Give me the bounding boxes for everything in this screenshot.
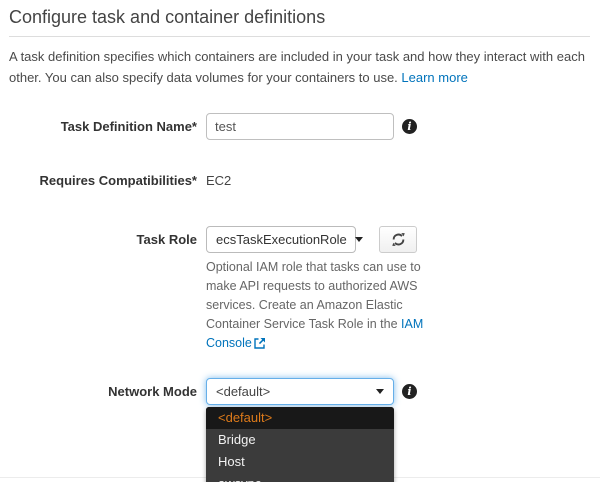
task-role-row: Task Role ecsTaskExecutionRole (9, 226, 590, 355)
info-icon[interactable]: i (402, 384, 417, 399)
chevron-down-icon (376, 389, 384, 394)
refresh-button[interactable] (379, 226, 417, 253)
task-role-selected-value: ecsTaskExecutionRole (216, 232, 347, 247)
title-divider (9, 36, 590, 37)
description-text: A task definition specifies which contai… (9, 49, 585, 85)
task-definition-name-row: Task Definition Name* i (9, 113, 590, 140)
dropdown-option-bridge[interactable]: Bridge (206, 429, 394, 451)
chevron-down-icon (355, 237, 363, 242)
dropdown-option-host[interactable]: Host (206, 451, 394, 473)
task-role-helper-body: Optional IAM role that tasks can use to … (206, 260, 421, 331)
requires-compatibilities-value: EC2 (206, 167, 231, 188)
network-mode-dropdown-menu: <default> Bridge Host awsvpc None (206, 407, 394, 482)
dropdown-option-awsvpc[interactable]: awsvpc (206, 473, 394, 482)
refresh-icon (391, 232, 406, 247)
dropdown-option-default[interactable]: <default> (206, 407, 394, 429)
task-definition-name-input[interactable] (206, 113, 394, 140)
task-definition-name-label: Task Definition Name* (9, 113, 197, 134)
network-mode-row: Network Mode <default> <default> Bridge … (9, 378, 590, 405)
learn-more-link[interactable]: Learn more (401, 70, 467, 85)
info-icon[interactable]: i (402, 119, 417, 134)
requires-compatibilities-row: Requires Compatibilities* EC2 (9, 167, 590, 188)
network-mode-select[interactable]: <default> (206, 378, 394, 405)
page-title: Configure task and container definitions (9, 7, 590, 36)
network-mode-label: Network Mode (9, 378, 197, 399)
task-role-select[interactable]: ecsTaskExecutionRole (206, 226, 356, 253)
task-role-helper-text: Optional IAM role that tasks can use to … (206, 258, 426, 355)
section-description: A task definition specifies which contai… (9, 46, 590, 88)
configure-task-section: Configure task and container definitions… (0, 0, 600, 405)
requires-compatibilities-label: Requires Compatibilities* (9, 167, 197, 188)
external-link-icon (254, 338, 266, 352)
task-role-label: Task Role (9, 226, 197, 247)
network-mode-selected-value: <default> (216, 384, 270, 399)
